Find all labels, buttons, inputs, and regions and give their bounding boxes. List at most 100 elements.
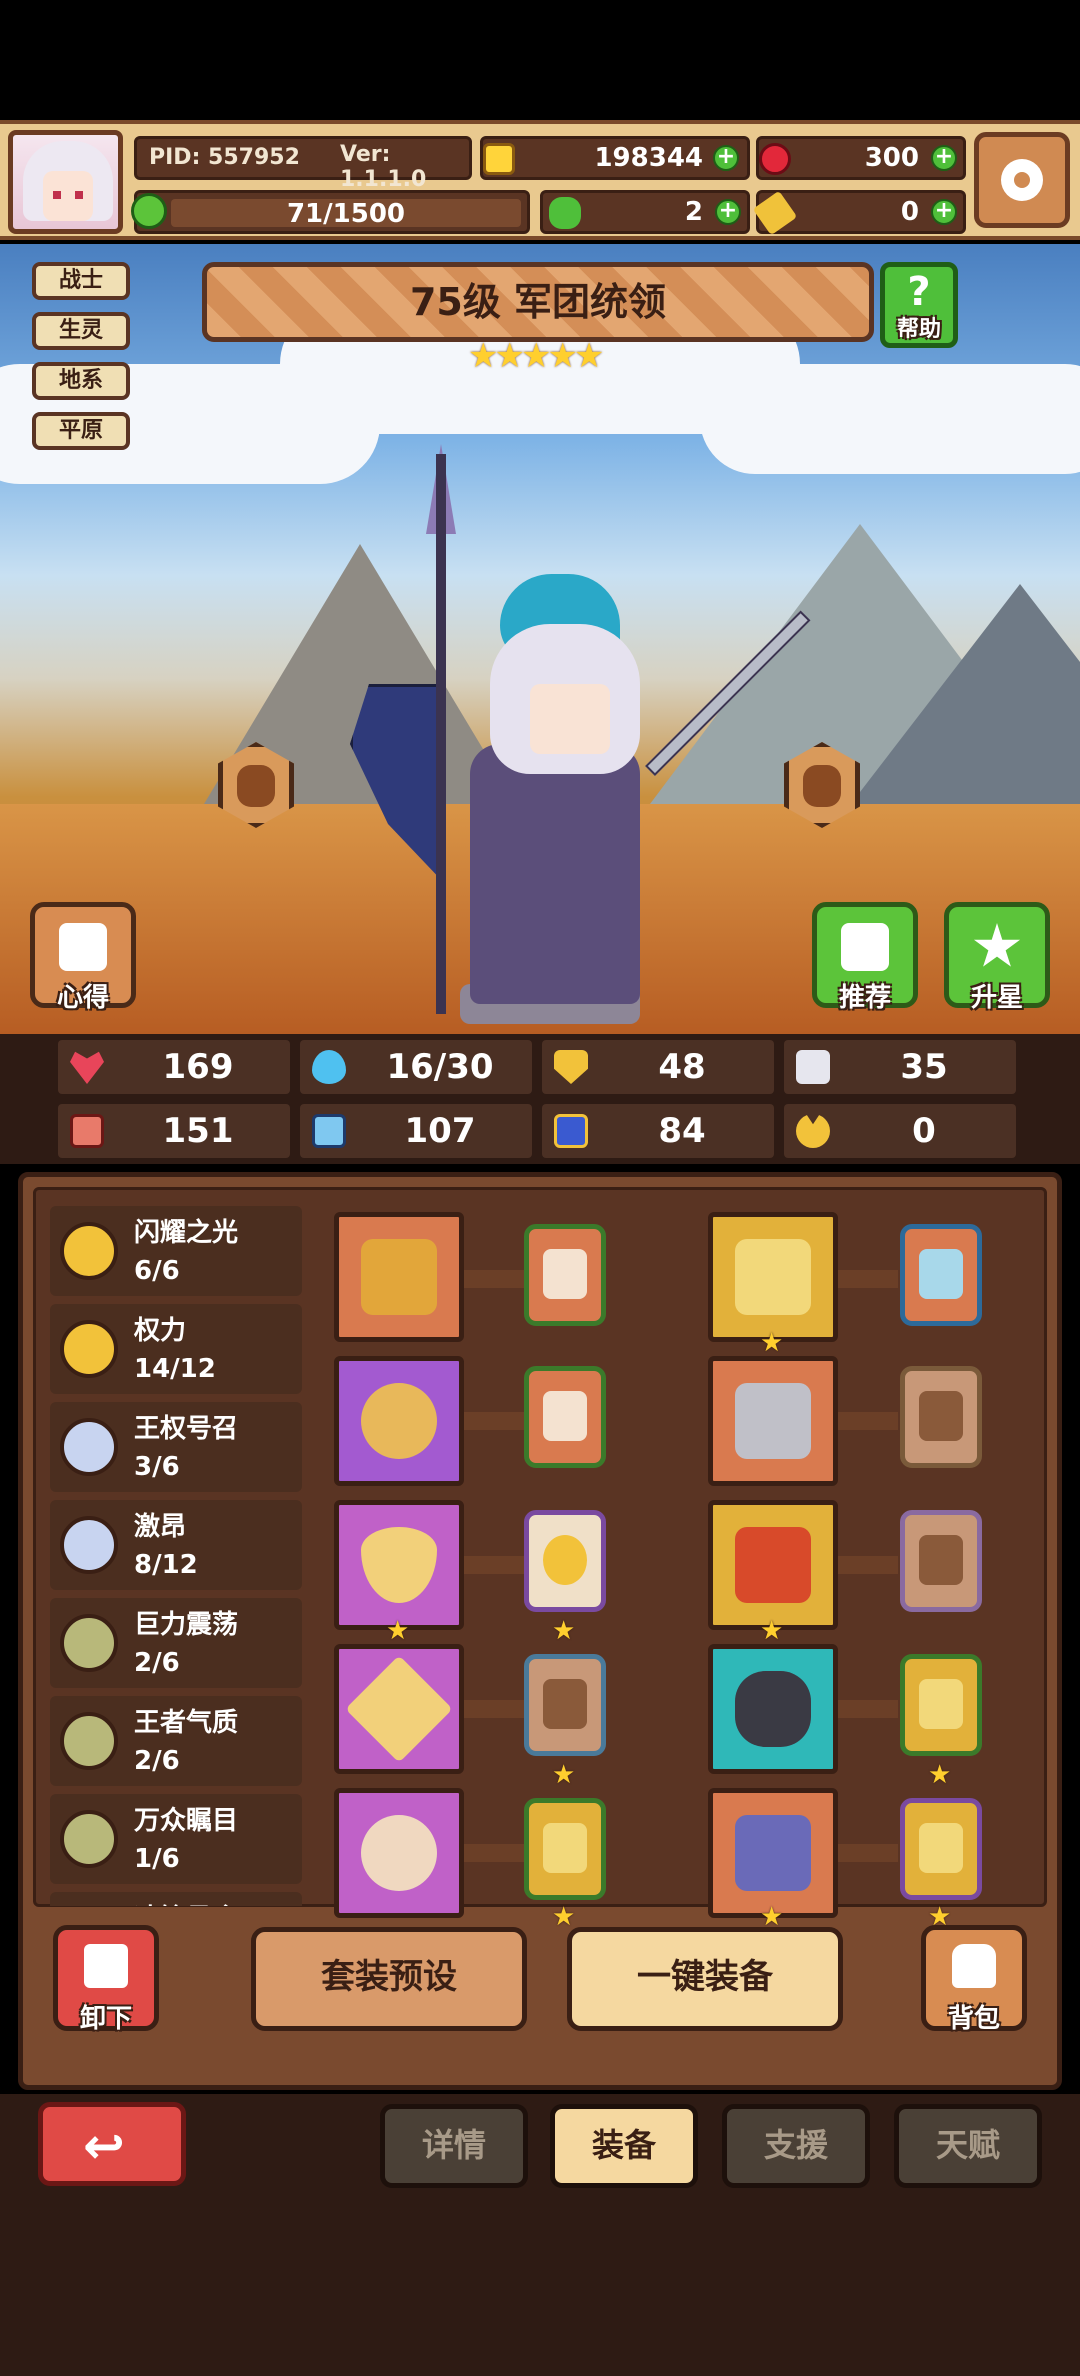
tag-race: 生灵 (32, 312, 130, 350)
set-item[interactable]: 万众瞩目 1/6 (50, 1794, 302, 1884)
sun-icon (543, 1535, 587, 1585)
silver-medal-icon (60, 1516, 118, 1574)
stat-hp: 169 (58, 1040, 290, 1094)
stat-attack: 151 (58, 1104, 290, 1158)
add-key-button[interactable]: + (931, 199, 957, 225)
rune-card[interactable] (524, 1654, 606, 1756)
scepter-icon (361, 1239, 437, 1315)
tab-details[interactable]: 详情 (380, 2104, 528, 2188)
paw-icon (919, 1535, 963, 1585)
leaf-icon (919, 1391, 963, 1441)
equip-slot-belt[interactable] (708, 1644, 838, 1774)
unequip-button[interactable]: 卸下 (53, 1925, 159, 2034)
fist-icon (70, 1114, 104, 1148)
rune-card[interactable] (524, 1366, 606, 1468)
equip-slot-boots[interactable] (708, 1788, 838, 1918)
flag-icon (554, 1114, 588, 1148)
rune-card[interactable] (524, 1798, 606, 1900)
arrow-down-icon (84, 1944, 128, 1988)
belt-icon (735, 1671, 811, 1747)
equip-slot-ring[interactable] (334, 1788, 464, 1918)
gold-value: 198344 (594, 143, 703, 173)
star-icon (973, 923, 1021, 967)
stat-armor: 48 (542, 1040, 774, 1094)
set-item[interactable]: 冲锋号令 (50, 1892, 302, 1906)
rune-card[interactable] (524, 1510, 606, 1612)
backpack-icon (952, 1944, 996, 1988)
stat-magic: 107 (300, 1104, 532, 1158)
bag-button[interactable]: 背包 (921, 1925, 1027, 2034)
ruby-panel: 300 + (756, 136, 966, 180)
equip-slot-gloves[interactable] (708, 1500, 838, 1630)
leaf-icon (131, 193, 167, 229)
rune-card[interactable] (900, 1654, 982, 1756)
gold-medal-icon (60, 1222, 118, 1280)
help-button[interactable]: ? 帮助 (880, 262, 958, 348)
equipment-actions: 卸下 套装预设 一键装备 背包 (33, 1917, 1047, 2067)
gauntlet-icon (735, 1527, 811, 1603)
player-avatar[interactable] (8, 130, 123, 234)
eye-icon (543, 1249, 587, 1299)
diamond-icon (345, 1655, 453, 1763)
set-item[interactable]: 激昂 8/12 (50, 1500, 302, 1590)
tab-equipment[interactable]: 装备 (550, 2104, 698, 2188)
scroll-icon (59, 923, 107, 971)
silver-medal-icon (60, 1418, 118, 1476)
stat-command: 84 (542, 1104, 774, 1158)
tag-terrain: 平原 (32, 412, 130, 450)
tag-element: 地系 (32, 362, 130, 400)
equip-slot-armor[interactable] (708, 1356, 838, 1486)
auto-equip-button[interactable]: 一键装备 (567, 1927, 843, 2031)
crown-icon (735, 1239, 811, 1315)
shield-icon (543, 1823, 587, 1873)
drop-icon (919, 1823, 963, 1873)
hero-spear (436, 454, 446, 1014)
equip-slot-weapon[interactable] (334, 1212, 464, 1342)
add-ruby-button[interactable]: + (931, 145, 957, 171)
wing-icon (796, 1050, 830, 1084)
set-preset-button[interactable]: 套装预设 (251, 1927, 527, 2031)
set-item[interactable]: 权力 14/12 (50, 1304, 302, 1394)
insight-button[interactable]: 心得 (30, 902, 136, 1013)
gear-icon (1001, 159, 1043, 201)
add-clover-button[interactable]: + (715, 199, 741, 225)
hero-body (470, 744, 640, 1004)
rune-card[interactable] (900, 1224, 982, 1326)
upstar-button[interactable]: 升星 (944, 902, 1050, 1013)
gold-medal-icon (60, 1320, 118, 1378)
equip-slot-helmet[interactable] (708, 1212, 838, 1342)
rune-card[interactable] (900, 1798, 982, 1900)
equip-slot-offhand[interactable] (334, 1356, 464, 1486)
tab-talent[interactable]: 天赋 (894, 2104, 1042, 2188)
set-bonus-list[interactable]: 闪耀之光 6/6 权力 14/12 王权号召 3/6 激昂 8/12 巨力震荡 (50, 1206, 312, 1906)
eye-icon (919, 1249, 963, 1299)
recommend-button[interactable]: 推荐 (812, 902, 918, 1013)
tab-support[interactable]: 支援 (722, 2104, 870, 2188)
shield-icon (554, 1050, 588, 1084)
settings-button[interactable] (974, 132, 1070, 228)
olive-medal-icon (60, 1614, 118, 1672)
equipment-panel: 闪耀之光 6/6 权力 14/12 王权号召 3/6 激昂 8/12 巨力震荡 (18, 1172, 1062, 2090)
rune-card[interactable] (524, 1224, 606, 1326)
key-panel: 0 + (752, 190, 966, 236)
set-item[interactable]: 巨力震荡 2/6 (50, 1598, 302, 1688)
rune-card-empty[interactable] (900, 1510, 982, 1612)
equip-slot-amulet[interactable] (334, 1644, 464, 1774)
energy-value: 71/1500 (286, 199, 406, 229)
tag-class: 战士 (32, 262, 130, 300)
set-item[interactable]: 闪耀之光 6/6 (50, 1206, 302, 1296)
set-item[interactable]: 王权号召 3/6 (50, 1402, 302, 1492)
olive-medal-icon (60, 1810, 118, 1868)
gold-coin-icon (483, 143, 515, 175)
boots-icon (735, 1815, 811, 1891)
add-gold-button[interactable]: + (713, 145, 739, 171)
equip-slot-necklace[interactable] (334, 1500, 464, 1630)
book-icon (312, 1114, 346, 1148)
hero-stats: 169 16/30 48 35 151 107 84 0 (0, 1034, 1080, 1164)
rune-card-empty[interactable] (900, 1366, 982, 1468)
back-button[interactable]: ↩ (38, 2102, 186, 2186)
sword-icon (543, 1391, 587, 1441)
set-item[interactable]: 王者气质 2/6 (50, 1696, 302, 1786)
heart-icon (543, 1679, 587, 1729)
key-icon (752, 190, 798, 236)
